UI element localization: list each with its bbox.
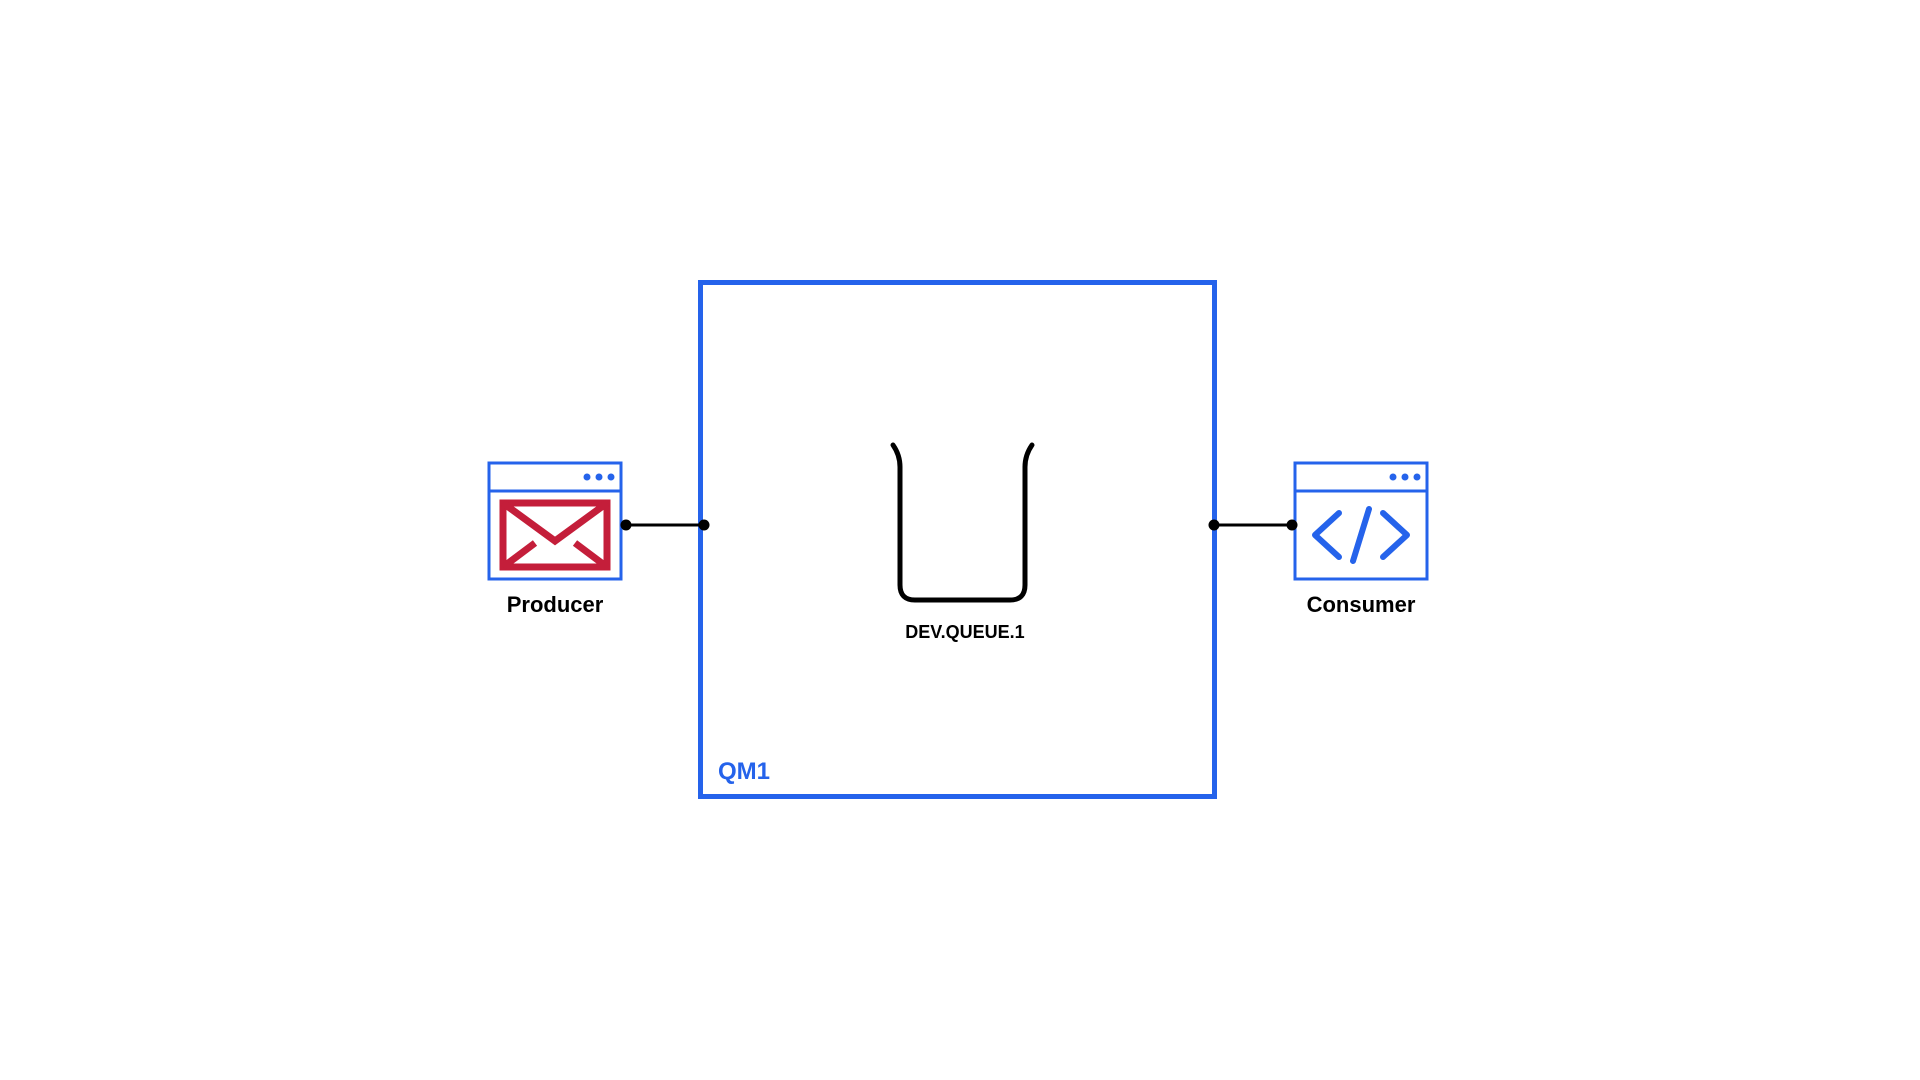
consumer-app-icon	[1293, 461, 1429, 581]
consumer-connection	[1208, 515, 1298, 535]
queue-icon	[885, 445, 1040, 610]
consumer-label: Consumer	[1293, 592, 1429, 618]
queue-manager-label: QM1	[718, 758, 770, 786]
producer-app-icon	[487, 461, 623, 581]
producer-connection	[620, 515, 710, 535]
queue-label: DEV.QUEUE.1	[880, 622, 1050, 643]
diagram-canvas: QM1 DEV.QUEUE.1 Producer Consum	[0, 0, 1920, 1080]
producer-label: Producer	[487, 592, 623, 618]
